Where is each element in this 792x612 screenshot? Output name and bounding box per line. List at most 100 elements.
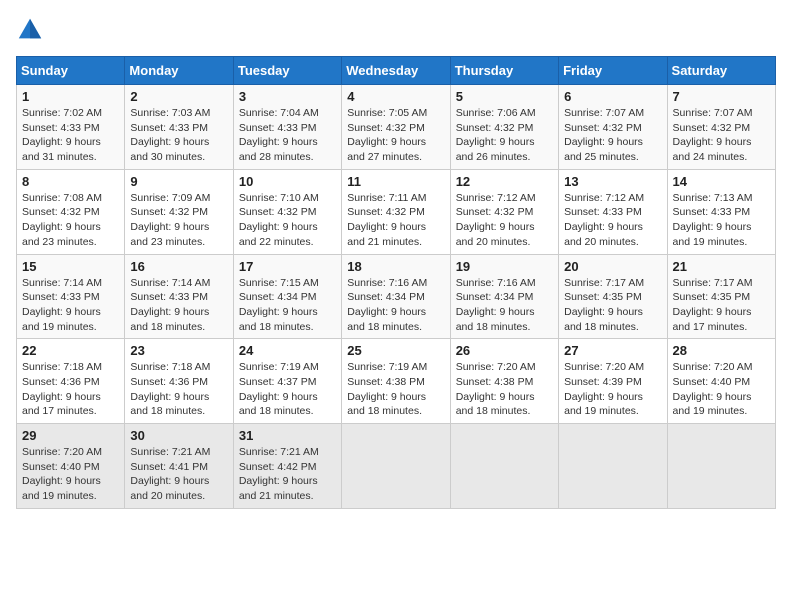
day-info: Sunrise: 7:21 AM Sunset: 4:41 PM Dayligh… xyxy=(130,445,227,504)
day-cell: 25 Sunrise: 7:19 AM Sunset: 4:38 PM Dayli… xyxy=(342,339,450,424)
day-info: Sunrise: 7:07 AM Sunset: 4:32 PM Dayligh… xyxy=(564,106,661,165)
day-cell: 20 Sunrise: 7:17 AM Sunset: 4:35 PM Dayli… xyxy=(559,254,667,339)
header-cell-thursday: Thursday xyxy=(450,57,558,85)
day-info: Sunrise: 7:09 AM Sunset: 4:32 PM Dayligh… xyxy=(130,191,227,250)
day-number: 29 xyxy=(22,428,119,443)
day-info: Sunrise: 7:06 AM Sunset: 4:32 PM Dayligh… xyxy=(456,106,553,165)
day-cell: 9 Sunrise: 7:09 AM Sunset: 4:32 PM Daylig… xyxy=(125,169,233,254)
day-number: 7 xyxy=(673,89,770,104)
logo xyxy=(16,16,48,44)
header-cell-wednesday: Wednesday xyxy=(342,57,450,85)
day-number: 9 xyxy=(130,174,227,189)
day-info: Sunrise: 7:08 AM Sunset: 4:32 PM Dayligh… xyxy=(22,191,119,250)
day-number: 18 xyxy=(347,259,444,274)
day-info: Sunrise: 7:20 AM Sunset: 4:40 PM Dayligh… xyxy=(673,360,770,419)
header-cell-sunday: Sunday xyxy=(17,57,125,85)
week-row-5: 29 Sunrise: 7:20 AM Sunset: 4:40 PM Dayli… xyxy=(17,424,776,509)
logo-icon xyxy=(16,16,44,44)
day-info: Sunrise: 7:16 AM Sunset: 4:34 PM Dayligh… xyxy=(347,276,444,335)
day-info: Sunrise: 7:18 AM Sunset: 4:36 PM Dayligh… xyxy=(130,360,227,419)
header-cell-monday: Monday xyxy=(125,57,233,85)
day-cell: 31Sunrise: 7:21 AM Sunset: 4:42 PM Dayli… xyxy=(233,424,341,509)
day-cell: 26 Sunrise: 7:20 AM Sunset: 4:38 PM Dayli… xyxy=(450,339,558,424)
day-cell: 29 Sunrise: 7:20 AM Sunset: 4:40 PM Dayli… xyxy=(17,424,125,509)
day-info: Sunrise: 7:12 AM Sunset: 4:33 PM Dayligh… xyxy=(564,191,661,250)
day-cell: 4Sunrise: 7:05 AM Sunset: 4:32 PM Daylig… xyxy=(342,85,450,170)
day-cell: 30 Sunrise: 7:21 AM Sunset: 4:41 PM Dayli… xyxy=(125,424,233,509)
day-cell: 27 Sunrise: 7:20 AM Sunset: 4:39 PM Dayli… xyxy=(559,339,667,424)
day-number: 8 xyxy=(22,174,119,189)
day-info: Sunrise: 7:05 AM Sunset: 4:32 PM Dayligh… xyxy=(347,106,444,165)
day-cell: 7 Sunrise: 7:07 AM Sunset: 4:32 PM Daylig… xyxy=(667,85,775,170)
header-cell-saturday: Saturday xyxy=(667,57,775,85)
day-number: 26 xyxy=(456,343,553,358)
day-number: 10 xyxy=(239,174,336,189)
header-cell-friday: Friday xyxy=(559,57,667,85)
day-number: 2 xyxy=(130,89,227,104)
day-info: Sunrise: 7:19 AM Sunset: 4:38 PM Dayligh… xyxy=(347,360,444,419)
day-info: Sunrise: 7:17 AM Sunset: 4:35 PM Dayligh… xyxy=(673,276,770,335)
day-cell: 13 Sunrise: 7:12 AM Sunset: 4:33 PM Dayli… xyxy=(559,169,667,254)
day-cell: 24 Sunrise: 7:19 AM Sunset: 4:37 PM Dayli… xyxy=(233,339,341,424)
day-info: Sunrise: 7:20 AM Sunset: 4:38 PM Dayligh… xyxy=(456,360,553,419)
day-number: 23 xyxy=(130,343,227,358)
day-info: Sunrise: 7:07 AM Sunset: 4:32 PM Dayligh… xyxy=(673,106,770,165)
day-number: 24 xyxy=(239,343,336,358)
day-cell: 16 Sunrise: 7:14 AM Sunset: 4:33 PM Dayli… xyxy=(125,254,233,339)
day-cell: 22Sunrise: 7:18 AM Sunset: 4:36 PM Dayli… xyxy=(17,339,125,424)
day-cell: 12 Sunrise: 7:12 AM Sunset: 4:32 PM Dayli… xyxy=(450,169,558,254)
day-info: Sunrise: 7:11 AM Sunset: 4:32 PM Dayligh… xyxy=(347,191,444,250)
day-number: 27 xyxy=(564,343,661,358)
calendar-table: SundayMondayTuesdayWednesdayThursdayFrid… xyxy=(16,56,776,509)
day-info: Sunrise: 7:19 AM Sunset: 4:37 PM Dayligh… xyxy=(239,360,336,419)
day-cell: 18 Sunrise: 7:16 AM Sunset: 4:34 PM Dayli… xyxy=(342,254,450,339)
day-cell: 14 Sunrise: 7:13 AM Sunset: 4:33 PM Dayli… xyxy=(667,169,775,254)
day-info: Sunrise: 7:20 AM Sunset: 4:40 PM Dayligh… xyxy=(22,445,119,504)
day-cell: 28 Sunrise: 7:20 AM Sunset: 4:40 PM Dayli… xyxy=(667,339,775,424)
day-cell: 19Sunrise: 7:16 AM Sunset: 4:34 PM Dayli… xyxy=(450,254,558,339)
day-info: Sunrise: 7:16 AM Sunset: 4:34 PM Dayligh… xyxy=(456,276,553,335)
day-cell: 2 Sunrise: 7:03 AM Sunset: 4:33 PM Daylig… xyxy=(125,85,233,170)
day-info: Sunrise: 7:03 AM Sunset: 4:33 PM Dayligh… xyxy=(130,106,227,165)
day-number: 30 xyxy=(130,428,227,443)
day-cell: 15Sunrise: 7:14 AM Sunset: 4:33 PM Dayli… xyxy=(17,254,125,339)
day-info: Sunrise: 7:20 AM Sunset: 4:39 PM Dayligh… xyxy=(564,360,661,419)
header-row: SundayMondayTuesdayWednesdayThursdayFrid… xyxy=(17,57,776,85)
day-info: Sunrise: 7:14 AM Sunset: 4:33 PM Dayligh… xyxy=(130,276,227,335)
week-row-3: 15Sunrise: 7:14 AM Sunset: 4:33 PM Dayli… xyxy=(17,254,776,339)
day-number: 6 xyxy=(564,89,661,104)
day-number: 17 xyxy=(239,259,336,274)
day-cell: 6 Sunrise: 7:07 AM Sunset: 4:32 PM Daylig… xyxy=(559,85,667,170)
day-number: 12 xyxy=(456,174,553,189)
day-number: 14 xyxy=(673,174,770,189)
day-number: 21 xyxy=(673,259,770,274)
day-info: Sunrise: 7:04 AM Sunset: 4:33 PM Dayligh… xyxy=(239,106,336,165)
day-cell xyxy=(559,424,667,509)
week-row-2: 8 Sunrise: 7:08 AM Sunset: 4:32 PM Daylig… xyxy=(17,169,776,254)
day-number: 11 xyxy=(347,174,444,189)
day-cell: 11 Sunrise: 7:11 AM Sunset: 4:32 PM Dayli… xyxy=(342,169,450,254)
day-info: Sunrise: 7:17 AM Sunset: 4:35 PM Dayligh… xyxy=(564,276,661,335)
day-info: Sunrise: 7:14 AM Sunset: 4:33 PM Dayligh… xyxy=(22,276,119,335)
day-info: Sunrise: 7:02 AM Sunset: 4:33 PM Dayligh… xyxy=(22,106,119,165)
day-number: 5 xyxy=(456,89,553,104)
day-cell xyxy=(450,424,558,509)
day-number: 16 xyxy=(130,259,227,274)
week-row-1: 1Sunrise: 7:02 AM Sunset: 4:33 PM Daylig… xyxy=(17,85,776,170)
day-info: Sunrise: 7:12 AM Sunset: 4:32 PM Dayligh… xyxy=(456,191,553,250)
day-cell xyxy=(667,424,775,509)
day-number: 20 xyxy=(564,259,661,274)
day-number: 25 xyxy=(347,343,444,358)
day-cell: 21 Sunrise: 7:17 AM Sunset: 4:35 PM Dayli… xyxy=(667,254,775,339)
day-info: Sunrise: 7:13 AM Sunset: 4:33 PM Dayligh… xyxy=(673,191,770,250)
day-number: 13 xyxy=(564,174,661,189)
day-cell xyxy=(342,424,450,509)
day-info: Sunrise: 7:15 AM Sunset: 4:34 PM Dayligh… xyxy=(239,276,336,335)
day-cell: 17 Sunrise: 7:15 AM Sunset: 4:34 PM Dayli… xyxy=(233,254,341,339)
header-cell-tuesday: Tuesday xyxy=(233,57,341,85)
day-number: 28 xyxy=(673,343,770,358)
day-cell: 23 Sunrise: 7:18 AM Sunset: 4:36 PM Dayli… xyxy=(125,339,233,424)
day-info: Sunrise: 7:18 AM Sunset: 4:36 PM Dayligh… xyxy=(22,360,119,419)
day-cell: 5 Sunrise: 7:06 AM Sunset: 4:32 PM Daylig… xyxy=(450,85,558,170)
week-row-4: 22Sunrise: 7:18 AM Sunset: 4:36 PM Dayli… xyxy=(17,339,776,424)
